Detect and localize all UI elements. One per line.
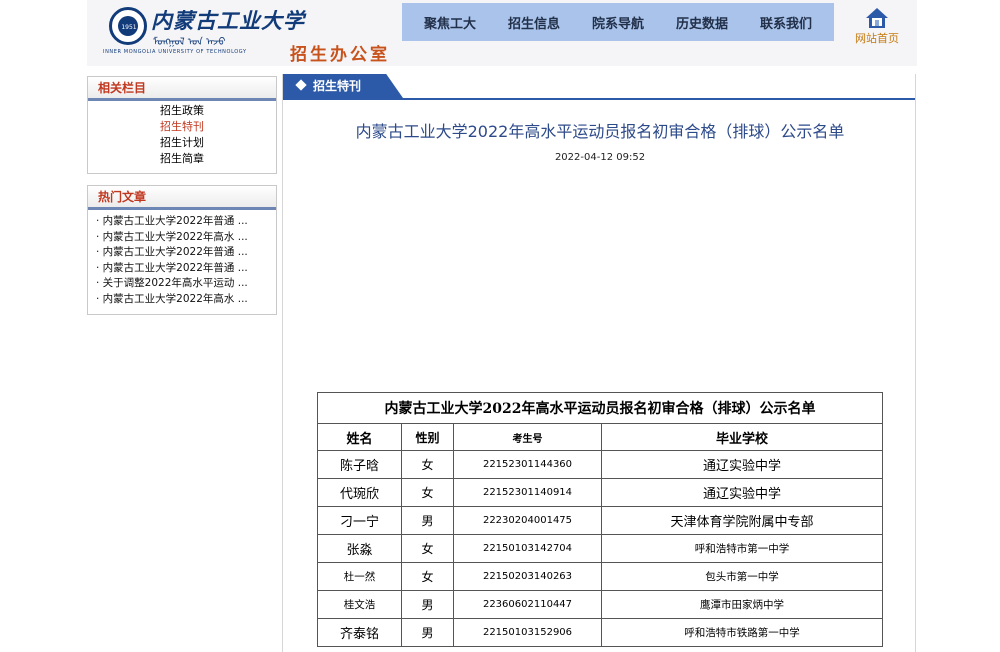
section-tab: 招生特刊 (283, 74, 403, 98)
table-header-row: 姓名 性别 考生号 毕业学校 (317, 423, 883, 451)
column-header-exam-id: 考生号 (453, 423, 602, 451)
column-header-name: 姓名 (317, 423, 402, 451)
cell-school: 鹰潭市田家炳中学 (601, 590, 883, 619)
related-columns-title: 相关栏目 (88, 77, 276, 101)
qualified-list-table: 内蒙古工业大学2022年高水平运动员报名初审合格（排球）公示名单 姓名 性别 考… (317, 392, 883, 647)
cell-gender: 男 (401, 618, 454, 647)
column-header-school: 毕业学校 (601, 423, 883, 451)
home-link-label[interactable]: 网站首页 (855, 32, 899, 45)
logo-english-name: INNER MONGOLIA UNIVERSITY OF TECHNOLOGY (103, 49, 247, 55)
article-title: 内蒙古工业大学2022年高水平运动员报名初审合格（排球）公示名单 (355, 122, 845, 141)
cell-name: 杜一然 (317, 562, 402, 591)
nav-item-admission-info[interactable]: 招生信息 (508, 13, 560, 32)
related-columns-list: 招生政策 招生特刊 招生计划 招生简章 (88, 101, 276, 167)
table-row: 杜一然 女 22150203140263 包头市第一中学 (317, 562, 883, 591)
sidebar-item-brochure[interactable]: 招生简章 (88, 151, 276, 167)
page: 1951 内蒙古工业大学 ᠮᠣᠩᠭᠣᠯ ᠤᠨ ᠠᠵᠤ INNER MONGOLI… (0, 0, 1000, 652)
cell-school: 通辽实验中学 (601, 450, 883, 479)
cell-school: 呼和浩特市铁路第一中学 (601, 618, 883, 647)
cell-exam-id: 22150103152906 (453, 618, 602, 647)
table-row: 桂文浩 男 22360602110447 鹰潭市田家炳中学 (317, 590, 883, 619)
cell-school: 通辽实验中学 (601, 478, 883, 507)
sidebar-item-policy[interactable]: 招生政策 (88, 103, 276, 119)
list-item[interactable]: · 内蒙古工业大学2022年普通 ... (88, 245, 276, 261)
logo-mongolian-name: ᠮᠣᠩᠭᠣᠯ ᠤᠨ ᠠᠵᠤ (153, 37, 226, 48)
cell-name: 陈子晗 (317, 450, 402, 479)
nav-item-history-data[interactable]: 历史数据 (676, 13, 728, 32)
cell-exam-id: 22230204001475 (453, 506, 602, 535)
cell-exam-id: 22152301144360 (453, 450, 602, 479)
hot-article-link[interactable]: · 内蒙古工业大学2022年高水 ... (96, 293, 248, 305)
home-icon (866, 8, 888, 28)
table-caption: 内蒙古工业大学2022年高水平运动员报名初审合格（排球）公示名单 (317, 392, 883, 424)
cell-name: 桂文浩 (317, 590, 402, 619)
section-tab-label: 招生特刊 (313, 79, 362, 93)
nav-item-focus[interactable]: 聚焦工大 (424, 13, 476, 32)
admissions-office-title: 招生办公室 (290, 45, 390, 65)
sidebar-item-label[interactable]: 招生政策 (160, 104, 204, 117)
sidebar-item-label[interactable]: 招生简章 (160, 152, 204, 165)
sidebar-item-label[interactable]: 招生计划 (160, 136, 204, 149)
list-item[interactable]: · 关于调整2022年高水平运动 ... (88, 276, 276, 292)
cell-gender: 男 (401, 506, 454, 535)
cell-exam-id: 22152301140914 (453, 478, 602, 507)
university-logo[interactable]: 1951 内蒙古工业大学 ᠮᠣᠩᠭᠣᠯ ᠤᠨ ᠠᠵᠤ INNER MONGOLI… (99, 3, 304, 59)
table-row: 代琬欣 女 22152301140914 通辽实验中学 (317, 478, 883, 507)
hot-article-link[interactable]: · 内蒙古工业大学2022年普通 ... (96, 246, 248, 258)
cell-gender: 女 (401, 534, 454, 563)
cell-school: 呼和浩特市第一中学 (601, 534, 883, 563)
hot-article-link[interactable]: · 关于调整2022年高水平运动 ... (96, 277, 248, 289)
cell-gender: 女 (401, 478, 454, 507)
university-seal-icon: 1951 (109, 7, 147, 45)
article-date: 2022-04-12 09:52 (554, 152, 646, 163)
related-columns-panel: 相关栏目 招生政策 招生特刊 招生计划 招生简章 (87, 76, 277, 174)
header: 1951 内蒙古工业大学 ᠮᠣᠩᠭᠣᠯ ᠤᠨ ᠠᠵᠤ INNER MONGOLI… (87, 0, 917, 66)
cell-name: 代琬欣 (317, 478, 402, 507)
cell-exam-id: 22150203140263 (453, 562, 602, 591)
list-item[interactable]: · 内蒙古工业大学2022年高水 ... (88, 292, 276, 308)
table-row: 陈子晗 女 22152301144360 通辽实验中学 (317, 450, 883, 479)
hot-articles-panel: 热门文章 · 内蒙古工业大学2022年普通 ... · 内蒙古工业大学2022年… (87, 185, 277, 315)
table-row: 张淼 女 22150103142704 呼和浩特市第一中学 (317, 534, 883, 563)
main-nav: 聚焦工大 招生信息 院系导航 历史数据 联系我们 (402, 3, 834, 41)
cell-exam-id: 22360602110447 (453, 590, 602, 619)
table-row: 齐泰铭 男 22150103152906 呼和浩特市铁路第一中学 (317, 618, 883, 647)
home-link[interactable]: 网站首页 (847, 6, 907, 46)
sidebar-item-special-issue[interactable]: 招生特刊 (88, 119, 276, 135)
nav-item-contact[interactable]: 联系我们 (760, 13, 812, 32)
cell-gender: 女 (401, 562, 454, 591)
hot-article-link[interactable]: · 内蒙古工业大学2022年普通 ... (96, 262, 248, 274)
cell-name: 齐泰铭 (317, 618, 402, 647)
list-item[interactable]: · 内蒙古工业大学2022年高水 ... (88, 230, 276, 246)
nav-item-departments[interactable]: 院系导航 (592, 13, 644, 32)
list-item[interactable]: · 内蒙古工业大学2022年普通 ... (88, 261, 276, 277)
cell-name: 张淼 (317, 534, 402, 563)
hot-articles-list: · 内蒙古工业大学2022年普通 ... · 内蒙古工业大学2022年高水 ..… (88, 210, 276, 308)
cell-exam-id: 22150103142704 (453, 534, 602, 563)
sidebar-item-label[interactable]: 招生特刊 (160, 120, 204, 133)
cell-school: 包头市第一中学 (601, 562, 883, 591)
hot-article-link[interactable]: · 内蒙古工业大学2022年普通 ... (96, 215, 248, 227)
article-panel: 招生特刊 内蒙古工业大学2022年高水平运动员报名初审合格（排球）公示名单 20… (282, 74, 916, 652)
cell-name: 刁一宁 (317, 506, 402, 535)
cell-gender: 女 (401, 450, 454, 479)
column-header-gender: 性别 (401, 423, 454, 451)
cell-school: 天津体育学院附属中专部 (601, 506, 883, 535)
section-header: 招生特刊 (283, 74, 915, 100)
hot-article-link[interactable]: · 内蒙古工业大学2022年高水 ... (96, 231, 248, 243)
diamond-bullet-icon (295, 79, 307, 91)
sidebar-item-plan[interactable]: 招生计划 (88, 135, 276, 151)
hot-articles-title: 热门文章 (88, 186, 276, 210)
cell-gender: 男 (401, 590, 454, 619)
table-row: 刁一宁 男 22230204001475 天津体育学院附属中专部 (317, 506, 883, 535)
list-item[interactable]: · 内蒙古工业大学2022年普通 ... (88, 214, 276, 230)
